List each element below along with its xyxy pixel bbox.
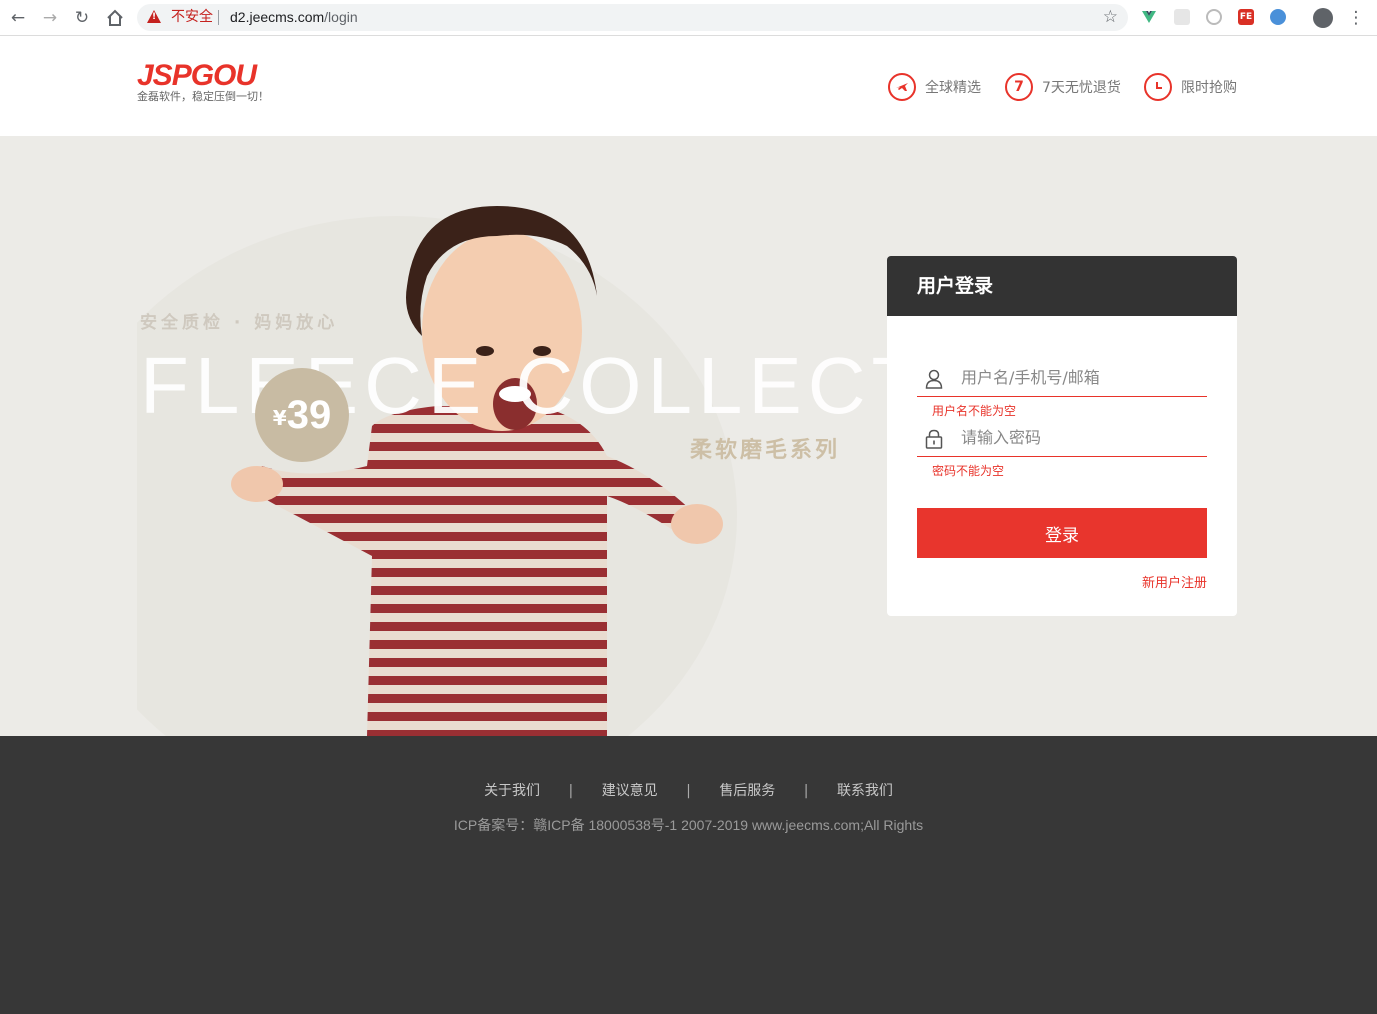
warning-icon (147, 10, 161, 23)
password-input[interactable] (961, 421, 1201, 453)
extension-globe-icon[interactable] (1270, 9, 1286, 25)
clock-icon (1144, 73, 1172, 101)
logo-subtitle: 金磊软件，稳定压倒一切！ (137, 90, 269, 103)
divider: | (568, 783, 574, 799)
profile-avatar-icon[interactable] (1313, 8, 1333, 28)
user-icon (925, 369, 943, 389)
feature-global-selection: 全球精选 (888, 72, 981, 102)
footer-link-feedback[interactable]: 建议意见 (602, 783, 658, 799)
reload-icon[interactable]: ↻ (70, 6, 94, 30)
register-link[interactable]: 新用户注册 (1142, 572, 1207, 591)
forward-icon[interactable]: → (38, 6, 62, 30)
address-bar[interactable]: 不安全 d2.jeecms.com/login ☆ (137, 4, 1128, 31)
site-header: JSPGOU 金磊软件，稳定压倒一切！ 全球精选 7 7天无忧退货 限时抢购 (0, 36, 1377, 136)
lock-icon (925, 429, 943, 449)
footer-link-about[interactable]: 关于我们 (484, 783, 540, 799)
divider: | (686, 783, 691, 799)
security-label: 不安全 (171, 9, 213, 25)
site-footer: 关于我们 | 建议意见 | 售后服务 | 联系我们 ICP备案号：赣ICP备 1… (0, 736, 1377, 1014)
banner-slogan: 安全质检 · 妈妈放心 (140, 313, 339, 333)
url-text[interactable]: d2.jeecms.com/login (230, 8, 358, 26)
url-path: /login (324, 9, 358, 25)
footer-link-after-sales[interactable]: 售后服务 (719, 783, 775, 799)
copyright-text: ICP备案号：赣ICP备 18000538号-1 2007-2019 www.j… (453, 817, 924, 833)
logo-title: JSPGOU (137, 59, 257, 92)
banner-series: 柔软磨毛系列 (690, 438, 841, 463)
bookmark-star-icon[interactable]: ☆ (1103, 7, 1118, 27)
username-field (917, 357, 1207, 397)
feature-label: 7天无忧退货 (1042, 80, 1121, 96)
login-title: 用户登录 (917, 275, 994, 297)
back-icon[interactable]: ← (6, 6, 30, 30)
feature-flash-sale: 限时抢购 (1144, 72, 1237, 102)
divider (218, 10, 219, 25)
price-value: 39 (286, 392, 332, 437)
footer-links: 关于我们 | 建议意见 | 售后服务 | 联系我们 (0, 780, 1377, 800)
price-badge: ¥ 39 (255, 368, 349, 462)
feature-label: 限时抢购 (1181, 80, 1237, 96)
feature-seven-day-return: 7 7天无忧退货 (1005, 72, 1121, 102)
browser-toolbar: ← → ↻ 不安全 d2.jeecms.com/login ☆ FE ⋮ (0, 0, 1377, 36)
password-error: 密码不能为空 (932, 464, 1005, 478)
divider: | (803, 783, 809, 799)
login-panel: 用户登录 用户名不能为空 密码不能为空 登录 新用户注册 (887, 256, 1237, 616)
airplane-icon (888, 73, 916, 101)
currency-symbol: ¥ (272, 406, 287, 430)
feature-label: 全球精选 (925, 80, 981, 96)
seven-icon: 7 (1005, 73, 1033, 101)
login-button[interactable]: 登录 (917, 508, 1207, 558)
url-host: d2.jeecms.com (230, 9, 325, 25)
vue-devtools-icon[interactable] (1141, 9, 1157, 25)
fe-helper-icon[interactable]: FE (1238, 9, 1254, 25)
hero-banner: 安全质检 · 妈妈放心 FLEECE COLLECTION ¥ 39 柔软磨毛系… (0, 136, 1377, 736)
extension-target-icon[interactable] (1206, 9, 1222, 25)
extension-grid-icon[interactable] (1174, 9, 1190, 25)
menu-kebab-icon[interactable]: ⋮ (1344, 6, 1368, 30)
login-header: 用户登录 (887, 256, 1237, 316)
password-field (917, 417, 1207, 457)
footer-link-contact[interactable]: 联系我们 (837, 783, 893, 799)
home-icon[interactable] (103, 6, 127, 30)
site-logo[interactable]: JSPGOU 金磊软件，稳定压倒一切！ (137, 60, 269, 104)
username-input[interactable] (961, 361, 1201, 393)
